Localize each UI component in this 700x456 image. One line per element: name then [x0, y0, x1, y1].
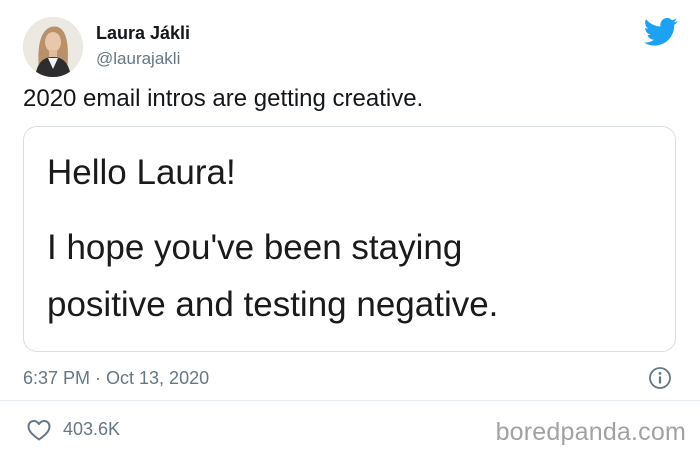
tweet-timestamp[interactable]: 6:37 PM · Oct 13, 2020: [23, 366, 209, 390]
email-greeting: Hello Laura!: [47, 153, 236, 192]
twitter-bird-icon[interactable]: [643, 17, 678, 47]
watermark: boredpanda.com: [495, 418, 686, 446]
email-body-line: I hope you've been staying: [47, 228, 463, 267]
like-count[interactable]: 403.6K: [63, 417, 120, 441]
heart-outline-icon[interactable]: [26, 418, 52, 442]
divider: [0, 400, 700, 401]
email-screenshot-card[interactable]: Hello Laura! I hope you've been staying …: [23, 126, 676, 352]
email-body: I hope you've been staying positive and …: [47, 219, 657, 333]
author-name[interactable]: Laura Jákli: [96, 22, 190, 44]
email-body-line: positive and testing negative.: [47, 285, 499, 324]
info-icon[interactable]: [648, 366, 672, 390]
author-avatar[interactable]: [23, 17, 83, 77]
author-handle[interactable]: @laurajakli: [96, 48, 180, 70]
tweet-text: 2020 email intros are getting creative.: [23, 85, 424, 112]
